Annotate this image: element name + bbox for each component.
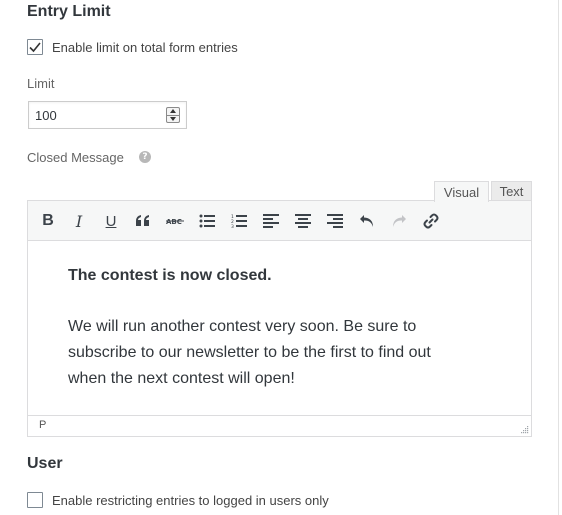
link-button[interactable]	[419, 209, 443, 233]
bullet-list-button[interactable]	[195, 209, 219, 233]
strikethrough-icon: ABC	[166, 218, 184, 226]
underline-button[interactable]: U	[99, 209, 123, 233]
numbered-list-icon: 1 2 3	[231, 214, 247, 228]
undo-button[interactable]	[355, 209, 379, 233]
align-left-button[interactable]	[259, 209, 283, 233]
panel-divider	[558, 0, 559, 515]
limit-stepper[interactable]	[166, 107, 180, 123]
question-circle-icon[interactable]: ?	[139, 151, 151, 163]
closed-paragraph-line-1: We will run another contest very soon. B…	[68, 318, 417, 335]
align-right-icon	[327, 214, 343, 228]
tab-visual[interactable]: Visual	[434, 181, 489, 202]
redo-icon	[393, 215, 406, 227]
element-path[interactable]: P	[39, 419, 46, 431]
strikethrough-button[interactable]: ABC	[163, 209, 187, 233]
bullet-list-icon	[199, 214, 215, 228]
bold-button[interactable]: B	[36, 209, 60, 233]
limit-label: Limit	[27, 76, 55, 91]
enable-limit-checkbox[interactable]	[27, 39, 43, 55]
align-center-icon	[295, 214, 311, 228]
redo-button[interactable]	[387, 209, 411, 233]
tab-text[interactable]: Text	[491, 181, 532, 201]
decrement-button[interactable]	[167, 114, 179, 123]
restrict-users-label: Enable restricting entries to logged in …	[52, 492, 329, 508]
enable-limit-label: Enable limit on total form entries	[52, 39, 238, 55]
bold-icon: B	[42, 212, 54, 229]
limit-input[interactable]: 100	[28, 101, 187, 129]
blockquote-icon	[136, 215, 149, 226]
undo-icon	[360, 215, 373, 227]
user-title: User	[27, 455, 63, 472]
link-icon	[423, 213, 439, 229]
underline-icon: U	[105, 212, 117, 230]
align-right-button[interactable]	[323, 209, 347, 233]
editor-content[interactable]: The contest is now closed. We will run a…	[68, 263, 488, 392]
closed-message-editor[interactable]: B I U ABC 1 2 3 The contest is now close…	[27, 200, 532, 437]
closed-paragraph-line-3: when the next contest will open!	[68, 370, 295, 387]
italic-button[interactable]: I	[67, 209, 91, 233]
align-left-icon	[263, 214, 279, 228]
svg-text:3: 3	[231, 224, 234, 228]
caret-down-icon	[170, 116, 176, 121]
entry-limit-title: Entry Limit	[27, 3, 111, 20]
restrict-users-checkbox[interactable]	[27, 492, 43, 508]
align-center-button[interactable]	[291, 209, 315, 233]
closed-heading: The contest is now closed.	[68, 267, 272, 284]
editor-statusbar: P	[28, 415, 531, 436]
restrict-users-row[interactable]: Enable restricting entries to logged in …	[27, 491, 329, 509]
checkmark-icon	[29, 42, 41, 53]
svg-text:ABC: ABC	[166, 218, 182, 226]
blockquote-button[interactable]	[131, 209, 155, 233]
italic-icon: I	[75, 211, 83, 231]
limit-value: 100	[35, 107, 57, 123]
caret-up-icon	[170, 109, 176, 114]
editor-toolbar: B I U ABC 1 2 3	[28, 201, 531, 241]
enable-limit-row[interactable]: Enable limit on total form entries	[27, 38, 238, 56]
closed-paragraph-line-2: subscribe to our newsletter to be the fi…	[68, 344, 431, 361]
resize-handle-icon[interactable]	[521, 426, 529, 434]
closed-message-label: Closed Message	[27, 150, 124, 165]
numbered-list-button[interactable]: 1 2 3	[227, 209, 251, 233]
